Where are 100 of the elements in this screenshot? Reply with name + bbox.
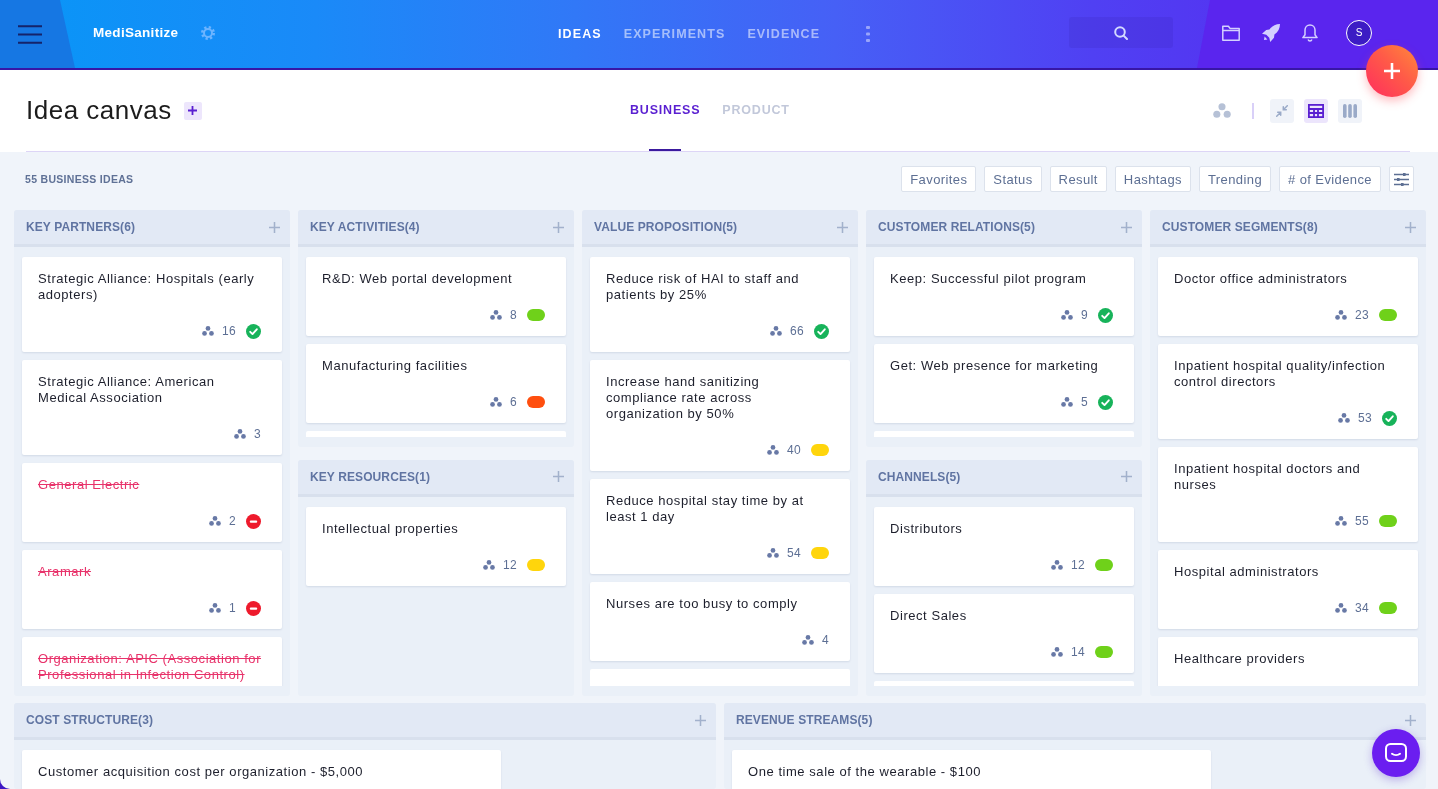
people-icon: [209, 603, 221, 613]
people-count: 54: [787, 546, 801, 560]
people-count: 34: [1355, 601, 1369, 615]
people-count: 14: [1071, 644, 1085, 659]
folder-icon[interactable]: [1222, 24, 1240, 41]
idea-card[interactable]: Manufacturing facilities 6: [306, 344, 566, 423]
people-icon: [1061, 397, 1073, 407]
idea-card[interactable]: Customer acquisition cost per organization - $5,000: [22, 750, 501, 789]
card-title: One time sale of the wearable - $100: [748, 764, 982, 780]
section-title: KEY PARTNERS(6): [26, 220, 136, 234]
card-title: Hospital administrators: [1174, 564, 1320, 580]
filter-button[interactable]: Result: [1049, 166, 1107, 192]
check-icon: [1382, 410, 1397, 426]
view-tab[interactable]: BUSINESS: [630, 70, 701, 151]
idea-card[interactable]: Reduce hospital stay time by at least 1 day 54: [590, 479, 850, 574]
bell-icon[interactable]: [1302, 23, 1318, 42]
idea-card[interactable]: Get: Web presence for marketing 5: [874, 344, 1134, 423]
people-count: 55: [1355, 514, 1369, 528]
plus-icon: [695, 714, 706, 726]
user-avatar[interactable]: S: [1346, 19, 1372, 46]
people-count: 6: [510, 395, 517, 409]
section-title: CHANNELS(5): [878, 469, 961, 484]
idea-card[interactable]: Keep: Successful pilot program 9: [874, 257, 1134, 336]
people-count: 5: [1081, 395, 1088, 409]
idea-card[interactable]: Healthcare providers: [1158, 637, 1418, 686]
idea-card[interactable]: Doctor office administrators 23: [1158, 257, 1418, 336]
people-icon: [1051, 646, 1064, 657]
people-count: 2: [229, 514, 236, 528]
idea-card[interactable]: Hospital administrators 34: [1158, 550, 1418, 629]
grid-icon: [1308, 103, 1324, 118]
people-count: 1: [229, 601, 236, 615]
minus-icon: [246, 513, 261, 529]
more-icon[interactable]: [866, 26, 871, 42]
filter-settings-button[interactable]: [1389, 166, 1414, 192]
plus-icon: [1121, 221, 1132, 233]
card-title: Inpatient hospital quality/infection control directors: [1174, 358, 1387, 390]
plus-icon: [1384, 63, 1400, 79]
idea-card[interactable]: Increase hand sanitizing compliance rate across organization by 50% 40: [590, 360, 850, 471]
columns-icon: [1343, 103, 1357, 118]
page-title: Idea canvas: [26, 95, 172, 126]
people-icon: [1335, 310, 1348, 320]
filter-button[interactable]: # of Evidence: [1279, 166, 1381, 192]
idea-card[interactable]: Intellectual properties 12: [306, 506, 566, 586]
people-count: 4: [822, 633, 829, 647]
add-button[interactable]: [183, 101, 202, 120]
card-title: Keep: Successful pilot program: [890, 271, 1088, 287]
card-title: Doctor office administrators: [1174, 271, 1349, 287]
card-title: Distributors: [890, 520, 964, 537]
section-title: VALUE PROPOSITION(5): [594, 220, 738, 234]
plus-icon: [1405, 714, 1416, 726]
view-button[interactable]: [1304, 98, 1328, 123]
check-icon: [246, 323, 261, 339]
idea-card[interactable]: Distributors 12: [874, 506, 1134, 586]
card-title: Reduce risk of HAI to staff and patients by 25%: [606, 271, 801, 303]
card-title: Direct Sales: [890, 607, 968, 624]
sliders-icon: [1394, 172, 1409, 186]
idea-card[interactable]: Nurses are too busy to comply 4: [590, 582, 850, 661]
idea-card[interactable]: R&D: Web portal development 8: [306, 257, 566, 336]
idea-card[interactable]: Inpatient hospital doctors and nurses 55: [1158, 447, 1418, 542]
idea-card[interactable]: Strategic Alliance: Hospitals (early adopters) 16: [22, 257, 282, 352]
people-count: 40: [787, 443, 801, 457]
people-icon: [1051, 559, 1064, 570]
card-title: Nurses are too busy to comply: [606, 596, 799, 612]
idea-card[interactable]: Aramark 1: [22, 550, 282, 629]
menu-icon: [18, 24, 42, 44]
people-icon: [483, 559, 496, 570]
card-title: R&D: Web portal development: [322, 271, 514, 287]
idea-card[interactable]: Direct Sales 14: [874, 593, 1134, 673]
section-title: KEY ACTIVITIES(4): [310, 220, 420, 234]
people-icon: [490, 397, 502, 407]
idea-card[interactable]: One time sale of the wearable - $100: [732, 750, 1211, 789]
card-title: Get: Web presence for marketing: [890, 358, 1100, 374]
plus-icon: [269, 221, 280, 233]
plus-icon: [553, 221, 564, 233]
idea-card[interactable]: Reduce risk of HAI to staff and patients by 25% 66: [590, 257, 850, 352]
section-title: COST STRUCTURE(3): [26, 713, 154, 727]
idea-card[interactable]: Organization: APIC (Association for Professional in Infection Control): [22, 637, 282, 686]
idea-card[interactable]: General Electric 2: [22, 463, 282, 542]
filter-button[interactable]: Trending: [1199, 166, 1271, 192]
rocket-icon[interactable]: [1262, 23, 1280, 42]
card-title: Aramark: [38, 564, 92, 580]
settings-icon[interactable]: [200, 24, 217, 41]
filter-button[interactable]: Hashtags: [1114, 166, 1191, 192]
chat-icon: [1385, 743, 1407, 763]
search-icon: [1114, 25, 1128, 40]
people-icon: [202, 326, 215, 336]
filter-button[interactable]: Favorites: [901, 166, 977, 192]
people-count: 53: [1358, 411, 1372, 425]
plus-icon: [1405, 221, 1416, 233]
people-count: 8: [510, 308, 517, 322]
idea-card[interactable]: Strategic Alliance: American Medical Association 3: [22, 360, 282, 455]
search-field[interactable]: [1069, 17, 1173, 48]
nav-tab[interactable]: IDEAS: [558, 27, 602, 41]
people-count: 66: [790, 324, 804, 338]
idea-card[interactable]: Inpatient hospital quality/infection control directors 53: [1158, 344, 1418, 439]
section-title: CUSTOMER SEGMENTS(8): [1162, 220, 1318, 234]
people-icon[interactable]: [1213, 103, 1231, 118]
people-icon: [1061, 310, 1073, 320]
filter-button[interactable]: Status: [984, 166, 1042, 192]
card-title: Increase hand sanitizing compliance rate across organization by 50%: [606, 374, 761, 422]
